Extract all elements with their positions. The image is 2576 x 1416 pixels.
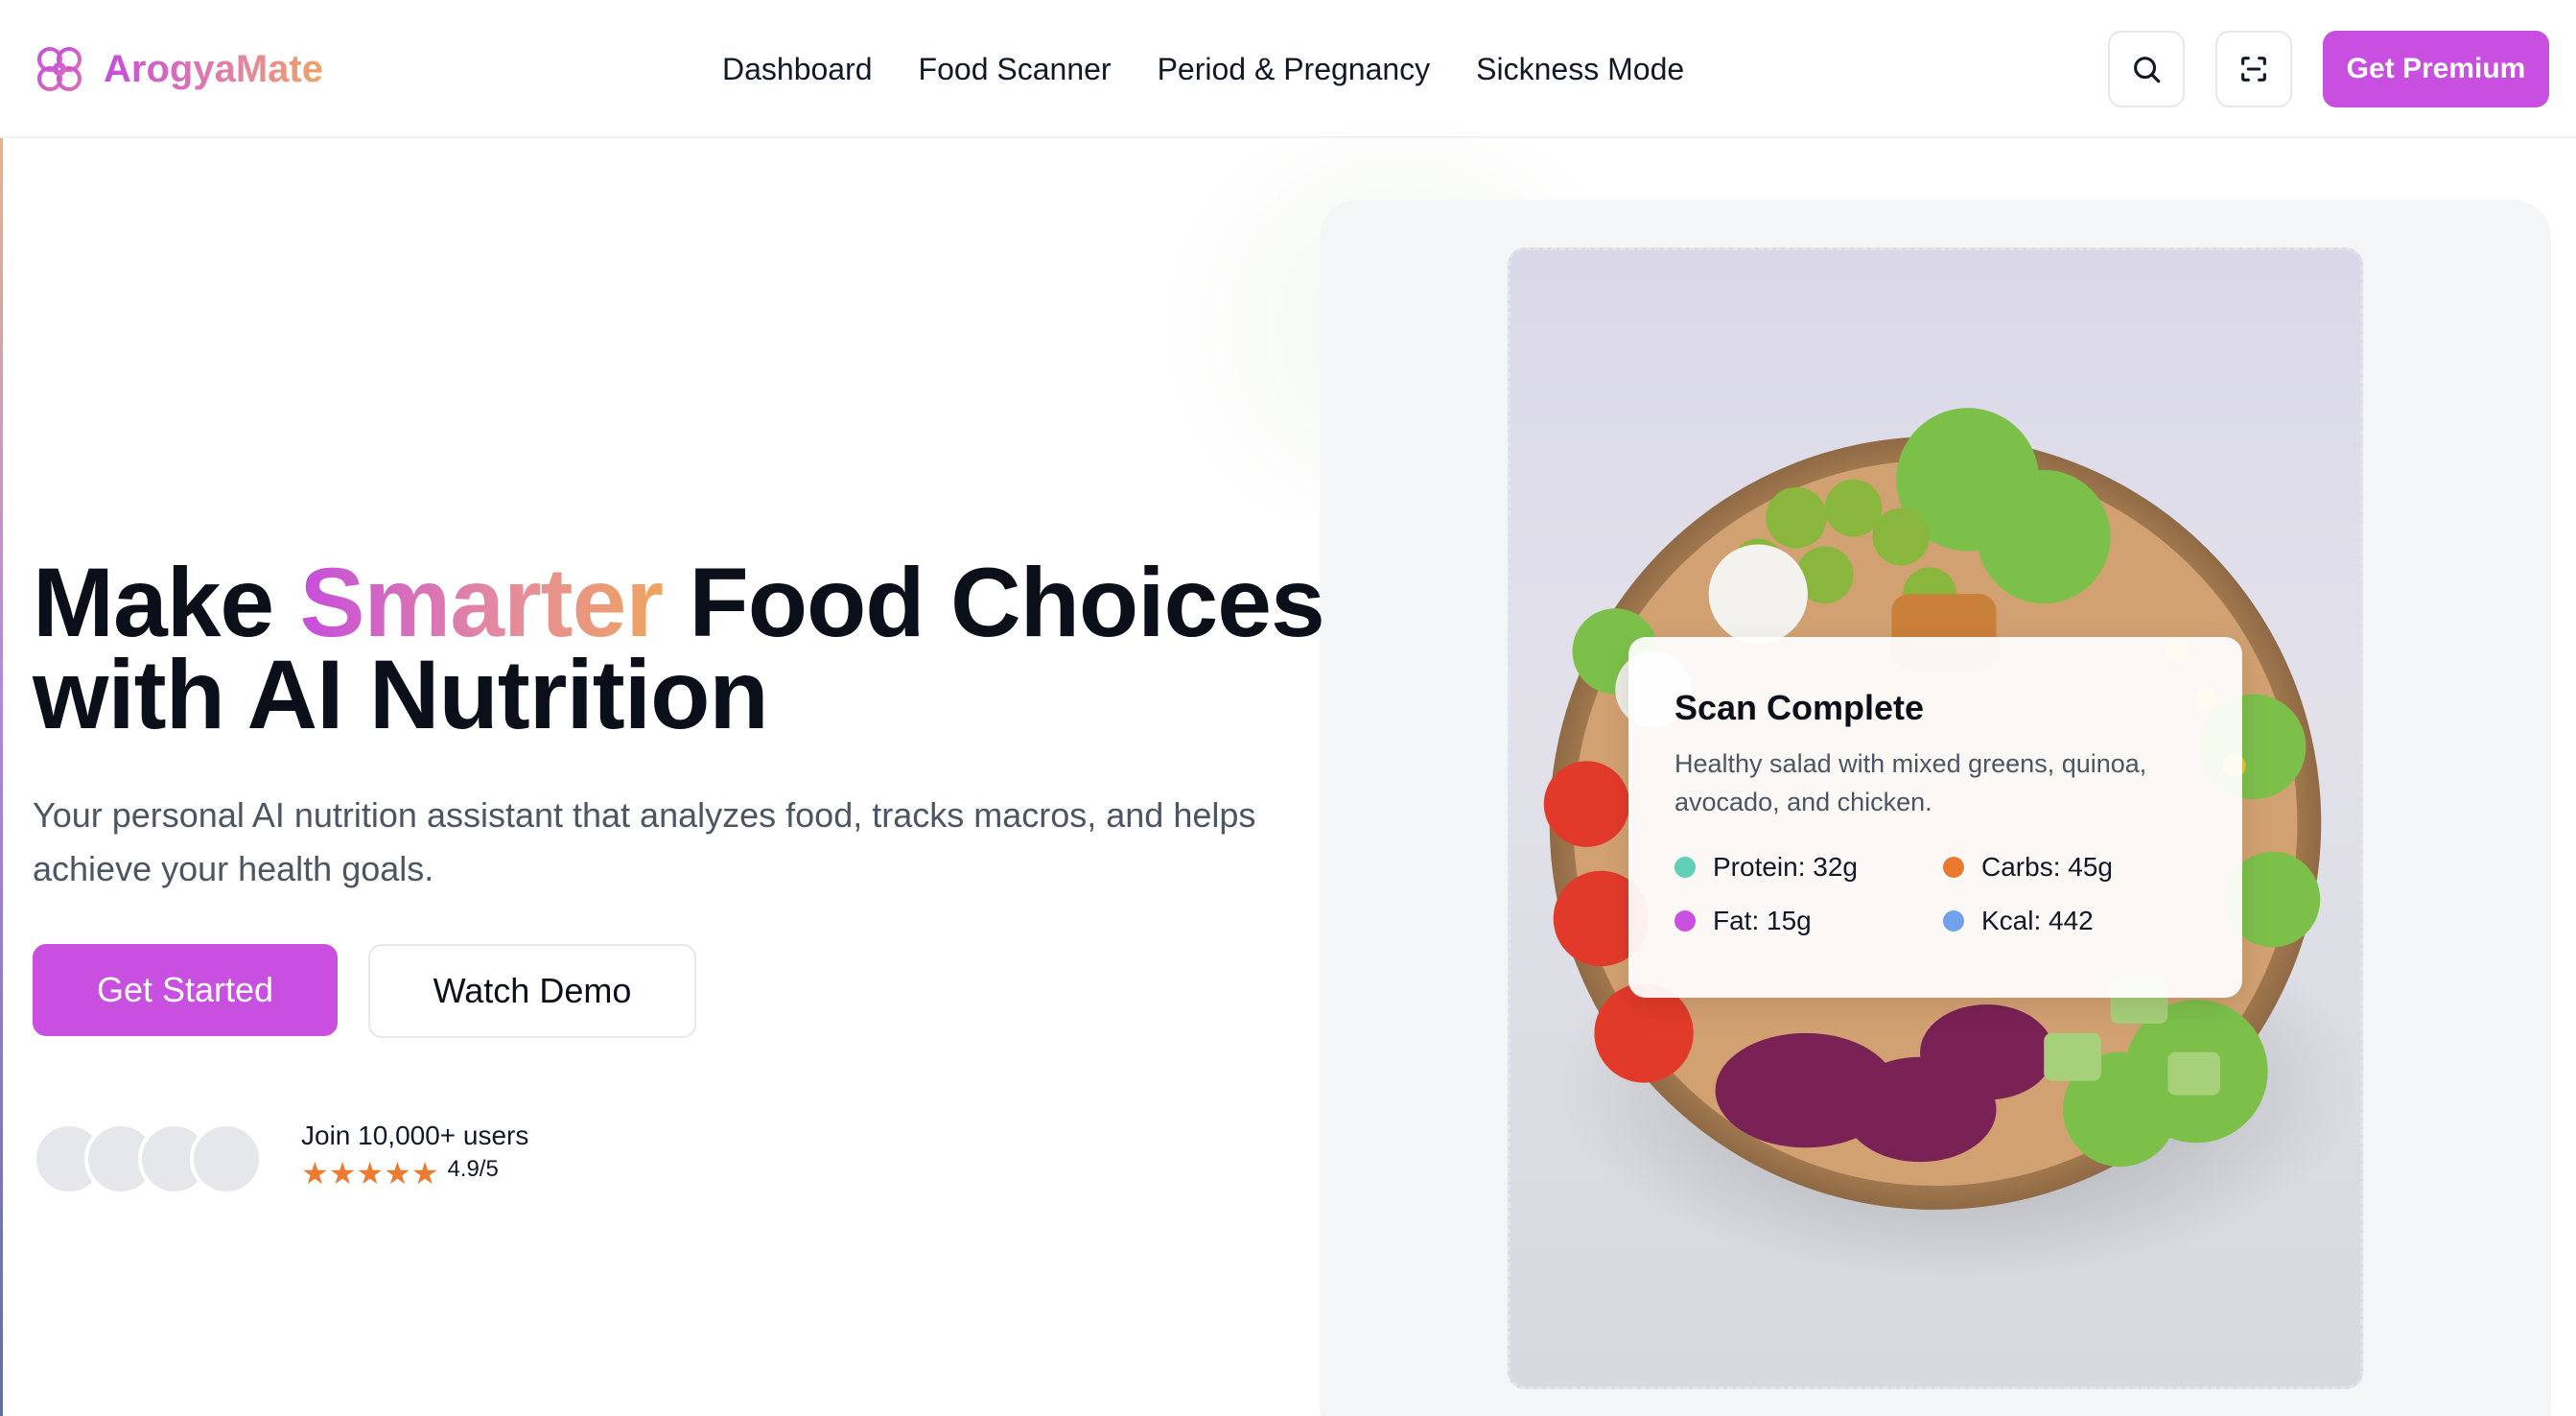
nav-food-scanner[interactable]: Food Scanner [919,46,1112,92]
kcal-dot [1943,910,1964,932]
macro-kcal-label: Kcal: 442 [1981,906,2094,935]
scan-description: Healthy salad with mixed greens, quinoa,… [1674,749,2147,816]
carbs-dot [1943,857,1964,878]
brand-logo-icon [37,47,82,91]
macro-kcal: Kcal: 442 [1943,902,2212,940]
nav-dashboard[interactable]: Dashboard [722,46,873,92]
macro-protein: Protein: 32g [1674,848,1943,886]
rating-row: ★★★★★ 4.9/5 [301,1156,528,1191]
page-edge-accent [0,0,3,1416]
macro-carbs: Carbs: 45g [1943,848,2212,886]
user-avatars [33,1122,272,1195]
scan-button[interactable] [2215,31,2292,107]
search-icon [2134,57,2161,83]
social-proof: Join 10,000+ users ★★★★★ 4.9/5 [301,1117,528,1190]
macro-protein-label: Protein: 32g [1713,852,1858,882]
protein-dot [1674,857,1696,878]
main-nav: Dashboard Food Scanner Period & Pregnanc… [722,46,1684,92]
scan-icon [2241,57,2266,82]
nav-period-pregnancy[interactable]: Period & Pregnancy [1158,46,1431,92]
hero-title: Make Smarter Food Choices with AI Nutriti… [33,554,1325,743]
scan-result-card: Scan Complete Healthy salad with mixed g… [1628,637,2242,998]
brand[interactable]: ArogyaMate [35,42,323,96]
fat-dot [1674,910,1696,932]
get-premium-button[interactable]: Get Premium [2323,31,2549,107]
watch-demo-button[interactable]: Watch Demo [368,944,696,1038]
avatar [190,1122,263,1195]
top-navbar: ArogyaMate Dashboard Food Scanner Period… [0,0,2576,138]
rating-value: 4.9/5 [447,1156,499,1182]
hero-subtitle: Your personal AI nutrition assistant tha… [33,795,1256,888]
hero-title-line2: with AI Nutrition [33,640,769,749]
scan-title: Scan Complete [1674,688,1925,727]
macro-carbs-label: Carbs: 45g [1981,852,2113,882]
macro-fat: Fat: 15g [1674,902,1943,940]
brand-name: ArogyaMate [104,47,323,90]
nav-sickness-mode[interactable]: Sickness Mode [1476,46,1684,92]
macro-fat-label: Fat: 15g [1713,906,1812,935]
join-users-text: Join 10,000+ users [301,1121,529,1150]
get-started-button[interactable]: Get Started [33,944,338,1036]
star-rating-icon: ★★★★★ [301,1156,439,1191]
macro-grid: Protein: 32g Carbs: 45g Fat: 15g Kcal: 4… [1674,848,2196,940]
search-button[interactable] [2108,31,2185,107]
